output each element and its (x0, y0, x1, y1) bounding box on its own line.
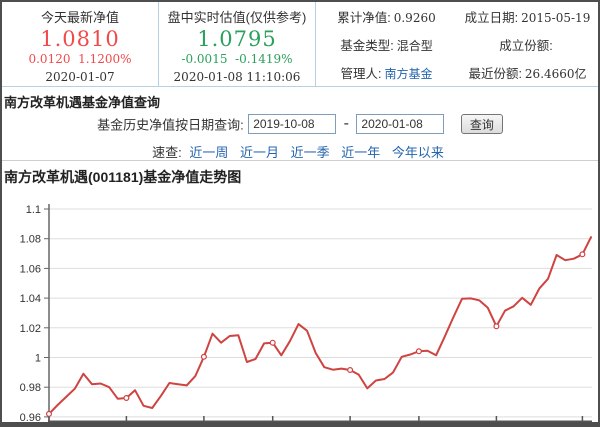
svg-text:1.1: 1.1 (26, 204, 41, 216)
quick-links-label: 速查: (152, 145, 182, 160)
nav-trend-chart: 1.1 1.08 1.06 1.04 1.02 1 0.98 0.96 (2, 191, 598, 423)
svg-text:0.96: 0.96 (20, 412, 41, 423)
realtime-estimate-cell: 盘中实时估值(仅供参考) 1.0795 -0.0015 -0.1419% 202… (159, 2, 316, 86)
establish-date: 成立日期:2015-05-19 (457, 7, 598, 26)
latest-nav-date: 2020-01-07 (2, 70, 158, 84)
svg-text:1.04: 1.04 (20, 293, 41, 305)
latest-nav-cell: 今天最新净值 1.0810 0.0120 1.1200% 2020-01-07 (2, 2, 159, 86)
estimate-change: -0.0015 -0.1419% (159, 52, 315, 66)
quick-links-row: 速查: 近一周 近一月 近一季 近一年 今年以来 (2, 142, 598, 161)
fund-manager: 管理人:南方基金 (316, 63, 457, 82)
fund-detail-grid: 累计净值:0.9260 成立日期:2015-05-19 基金类型:混合型 成立份… (316, 2, 598, 86)
svg-text:1.02: 1.02 (20, 323, 41, 335)
chart-title: 南方改革机遇(001181)基金净值走势图 (2, 161, 598, 191)
recent-shares: 最近份额:26.4660亿 (457, 63, 598, 82)
establish-shares: 成立份额: (457, 35, 598, 54)
query-section-title: 南方改革机遇基金净值查询 (2, 87, 598, 111)
estimate-label: 盘中实时估值(仅供参考) (159, 7, 315, 26)
query-button[interactable]: 查询 (461, 114, 503, 134)
fund-type: 基金类型:混合型 (316, 35, 457, 54)
svg-text:1.08: 1.08 (20, 234, 41, 246)
svg-text:1.06: 1.06 (20, 263, 41, 275)
quick-link-ytd[interactable]: 今年以来 (392, 145, 444, 160)
quick-link-1quarter[interactable]: 近一季 (291, 145, 330, 160)
estimate-value: 1.0795 (159, 27, 315, 51)
estimate-date: 2020-01-08 11:10:06 (159, 70, 315, 84)
latest-nav-value: 1.0810 (2, 27, 158, 51)
fund-detail-page: 今天最新净值 1.0810 0.0120 1.1200% 2020-01-07 … (0, 0, 600, 427)
latest-nav-label: 今天最新净值 (2, 7, 158, 26)
quick-link-1year[interactable]: 近一年 (341, 145, 380, 160)
quick-link-1month[interactable]: 近一月 (240, 145, 279, 160)
nav-query-section: 南方改革机遇基金净值查询 基金历史净值按日期查询: - 查询 速查: 近一周 近… (2, 87, 598, 160)
manager-link[interactable]: 南方基金 (384, 67, 432, 81)
svg-text:0.98: 0.98 (20, 382, 41, 394)
quick-link-1week[interactable]: 近一周 (189, 145, 228, 160)
date-range-dash: - (344, 115, 349, 132)
nav-trend-svg: 1.1 1.08 1.06 1.04 1.02 1 0.98 0.96 (2, 191, 598, 423)
cumulative-nav: 累计净值:0.9260 (316, 7, 457, 26)
date-query-row: 基金历史净值按日期查询: - 查询 (2, 114, 598, 136)
svg-text:1: 1 (35, 353, 41, 365)
start-date-input[interactable] (248, 114, 336, 134)
end-date-input[interactable] (356, 114, 444, 134)
fund-info-table: 今天最新净值 1.0810 0.0120 1.1200% 2020-01-07 … (2, 2, 598, 87)
date-query-label: 基金历史净值按日期查询: (97, 118, 244, 133)
latest-nav-change: 0.0120 1.1200% (2, 52, 158, 66)
